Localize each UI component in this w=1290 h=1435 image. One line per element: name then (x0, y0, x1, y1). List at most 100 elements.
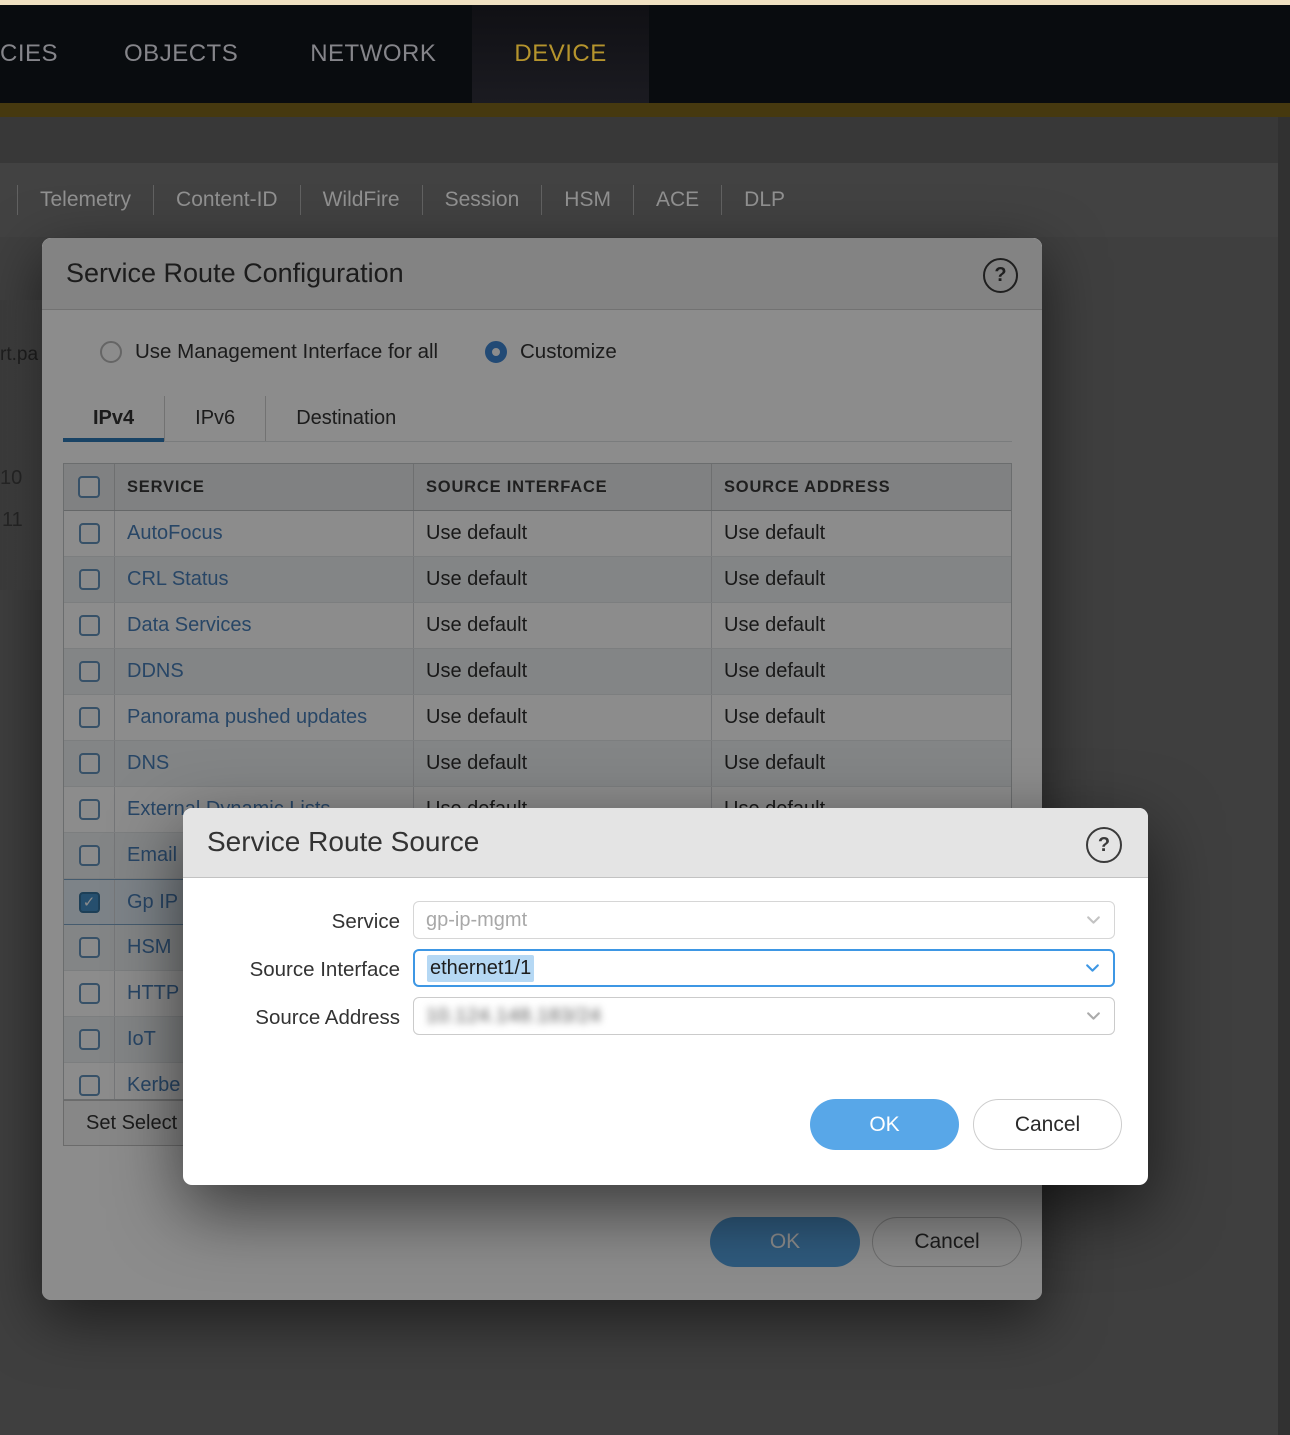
service-route-source-dialog: Service Route Source ? Service gp-ip-mgm… (183, 808, 1148, 1185)
source-address-cell: Use default (712, 741, 1011, 786)
source-interface-cell: Use default (414, 695, 712, 740)
source-interface-cell: Use default (414, 649, 712, 694)
service-link[interactable]: IoT (127, 1028, 156, 1051)
set-selected-label: Set Select (86, 1112, 177, 1135)
checkbox-icon[interactable] (79, 707, 100, 728)
checkbox-icon[interactable] (79, 1029, 100, 1050)
source-address-cell: Use default (712, 603, 1011, 648)
checkbox-icon[interactable] (79, 753, 100, 774)
row-checkbox-cell (64, 557, 115, 602)
service-link[interactable]: DNS (127, 752, 169, 775)
service-route-row[interactable]: DDNSUse defaultUse default (64, 649, 1011, 695)
service-route-row[interactable]: AutoFocusUse defaultUse default (64, 511, 1011, 557)
dialog-header: Service Route Source ? (183, 808, 1148, 878)
row-checkbox-cell (64, 925, 115, 970)
service-value: gp-ip-mgmt (426, 909, 527, 932)
checkbox-icon[interactable] (79, 1075, 100, 1096)
service-field-label: Service (200, 910, 400, 934)
table-header-row: SERVICE SOURCE INTERFACE SOURCE ADDRESS (64, 464, 1011, 511)
checkbox-icon[interactable] (79, 615, 100, 636)
service-cell: AutoFocus (115, 511, 414, 556)
select-all-checkbox[interactable] (78, 476, 100, 498)
service-link[interactable]: Panorama pushed updates (127, 706, 367, 729)
row-checkbox-cell (64, 833, 115, 878)
source-address-cell: Use default (712, 695, 1011, 740)
checkbox-checked-icon[interactable]: ✓ (79, 892, 100, 913)
row-checkbox-cell (64, 787, 115, 832)
source-interface-value[interactable]: ethernet1/1 (427, 955, 534, 982)
source-address-field-label: Source Address (200, 1006, 400, 1030)
source-interface-cell: Use default (414, 603, 712, 648)
gold-accent-bar (0, 103, 1290, 117)
dialog-title: Service Route Source (207, 808, 479, 876)
service-link[interactable]: Kerbe (127, 1074, 180, 1097)
row-checkbox-cell (64, 1063, 115, 1100)
tab-ipv6[interactable]: IPv6 (164, 396, 265, 441)
service-link[interactable]: CRL Status (127, 568, 229, 591)
radio-use-management-interface[interactable]: Use Management Interface for all (100, 340, 438, 364)
top-nav-cies[interactable]: CIES (0, 5, 88, 103)
service-link[interactable]: Gp IP (127, 891, 178, 914)
source-interface-cell: Use default (414, 741, 712, 786)
source-address-value-obscured: 10.124.148.183/24 (426, 1005, 601, 1028)
tab-ipv4[interactable]: IPv4 (63, 396, 164, 441)
source-interface-field-label: Source Interface (200, 958, 400, 982)
top-nav-network[interactable]: NETWORK (274, 5, 472, 103)
checkbox-icon[interactable] (79, 799, 100, 820)
service-dropdown[interactable]: gp-ip-mgmt (413, 901, 1115, 939)
service-cell: Panorama pushed updates (115, 695, 414, 740)
row-checkbox-cell (64, 1017, 115, 1062)
radio-button-selected-icon[interactable] (485, 341, 507, 363)
sub-tab-hsm[interactable]: HSM (541, 185, 633, 215)
service-cell: DNS (115, 741, 414, 786)
checkbox-icon[interactable] (79, 523, 100, 544)
sub-tab-session[interactable]: Session (422, 185, 542, 215)
top-nav-objects[interactable]: OBJECTS (88, 5, 274, 103)
service-route-row[interactable]: Data Services Use defaultUse default (64, 603, 1011, 649)
service-link[interactable]: Email (127, 844, 177, 867)
tab-destination[interactable]: Destination (265, 396, 426, 441)
service-route-row[interactable]: Panorama pushed updates Use defaultUse de… (64, 695, 1011, 741)
service-link[interactable]: AutoFocus (127, 522, 223, 545)
row-checkbox-cell: ✓ (64, 880, 115, 924)
radio-button-icon[interactable] (100, 341, 122, 363)
dialog-title: Service Route Configuration (66, 238, 404, 308)
sub-tab-content-id[interactable]: Content-ID (153, 185, 300, 215)
ok-button[interactable]: OK (710, 1217, 860, 1267)
help-icon[interactable]: ? (983, 258, 1018, 293)
service-route-row[interactable]: CRL Status Use defaultUse default (64, 557, 1011, 603)
checkbox-icon[interactable] (79, 661, 100, 682)
sub-tab-ace[interactable]: ACE (633, 185, 721, 215)
chevron-down-icon[interactable] (1084, 960, 1101, 977)
chevron-down-icon[interactable] (1085, 1008, 1102, 1025)
source-address-dropdown[interactable]: 10.124.148.183/24 (413, 997, 1115, 1035)
column-header-source-interface: SOURCE INTERFACE (414, 464, 712, 510)
service-link[interactable]: Data Services (127, 614, 252, 637)
checkbox-icon[interactable] (79, 983, 100, 1004)
source-interface-cell: Use default (414, 557, 712, 602)
cancel-button[interactable]: Cancel (872, 1217, 1022, 1267)
cancel-button[interactable]: Cancel (973, 1099, 1122, 1150)
checkbox-icon[interactable] (79, 937, 100, 958)
service-link[interactable]: DDNS (127, 660, 184, 683)
service-route-row[interactable]: DNS Use defaultUse default (64, 741, 1011, 787)
checkbox-icon[interactable] (79, 845, 100, 866)
source-address-cell: Use default (712, 511, 1011, 556)
sub-tab-telemetry[interactable]: Telemetry (17, 185, 153, 215)
sub-tab-wildfire[interactable]: WildFire (300, 185, 422, 215)
sub-tab-dlp[interactable]: DLP (721, 185, 807, 215)
service-link[interactable]: HTTP (127, 982, 179, 1005)
source-interface-dropdown[interactable]: ethernet1/1 (413, 949, 1115, 987)
radio-customize[interactable]: Customize (485, 340, 617, 364)
source-address-cell: Use default (712, 557, 1011, 602)
header-band (0, 117, 1290, 163)
row-checkbox-cell (64, 971, 115, 1016)
help-icon[interactable]: ? (1086, 827, 1122, 863)
service-link[interactable]: HSM (127, 936, 171, 959)
chevron-down-icon[interactable] (1085, 912, 1102, 929)
checkbox-icon[interactable] (79, 569, 100, 590)
row-checkbox-cell (64, 695, 115, 740)
top-nav-device[interactable]: DEVICE (472, 5, 648, 103)
background-row-number: 11 (2, 509, 23, 532)
ok-button[interactable]: OK (810, 1099, 959, 1150)
